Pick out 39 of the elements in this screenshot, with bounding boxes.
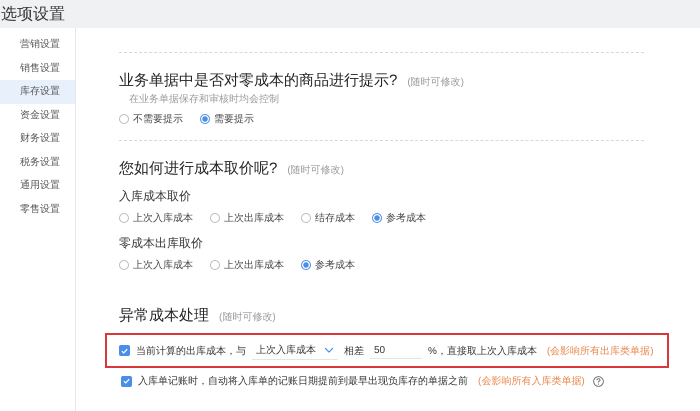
help-icon[interactable]: [592, 376, 604, 386]
sidebar-item[interactable]: 销售设置: [0, 56, 75, 80]
option-text: 入库单记账时，自动将入库单的记账日期提前到最早出现负库存的单据之前: [138, 374, 468, 388]
sidebar-item[interactable]: 财务设置: [0, 127, 75, 150]
radio-option[interactable]: 上次出库成本: [210, 258, 284, 272]
sidebar-item[interactable]: 库存设置: [0, 80, 75, 104]
sidebar-item[interactable]: 资金设置: [0, 104, 75, 127]
radio-option[interactable]: 上次出库成本: [210, 211, 284, 225]
source-select[interactable]: 上次入库成本: [252, 341, 338, 360]
radio-option[interactable]: 上次入库成本: [119, 211, 193, 225]
option-text: %，直接取上次入库成本: [428, 344, 537, 358]
sidebar-item[interactable]: 通用设置: [0, 174, 75, 198]
group-label: 零成本出库取价: [119, 235, 204, 252]
sidebar-item[interactable]: 零售设置: [0, 198, 75, 221]
section-hint: 在业务单据保存和审核时均会控制: [129, 92, 280, 106]
section-title: 业务单据中是否对零成本的商品进行提示?: [119, 71, 398, 90]
option-text: 当前计算的出库成本，与: [136, 344, 246, 358]
checkbox[interactable]: [119, 345, 130, 356]
option-text: 相差: [344, 344, 364, 358]
section-note: (随时可修改): [287, 164, 344, 177]
group-label: 入库成本取价: [119, 188, 192, 205]
radio-option[interactable]: 结存成本: [301, 211, 355, 225]
radio-option[interactable]: 参考成本: [301, 258, 355, 272]
radio-option[interactable]: 不需要提示: [119, 112, 183, 126]
percent-field[interactable]: 50: [370, 342, 422, 358]
section-note: (随时可修改): [219, 310, 276, 324]
radio-option[interactable]: 需要提示: [200, 112, 254, 126]
radio-option[interactable]: 参考成本: [372, 211, 426, 225]
page-title: 选项设置: [0, 4, 65, 24]
sidebar-item[interactable]: 税务设置: [0, 150, 75, 174]
chevron-down-icon[interactable]: [324, 347, 334, 353]
warning-text: (会影响所有出库类单据): [546, 344, 654, 358]
warning-text: (会影响所有入库类单据): [478, 374, 585, 388]
checkbox[interactable]: [121, 376, 132, 386]
sidebar-item[interactable]: 营销设置: [0, 33, 75, 56]
section-note: (随时可修改): [407, 76, 464, 89]
radio-option[interactable]: 上次入库成本: [119, 258, 193, 272]
section-title: 异常成本处理: [119, 306, 209, 325]
section-title: 您如何进行成本取价呢?: [119, 159, 278, 178]
